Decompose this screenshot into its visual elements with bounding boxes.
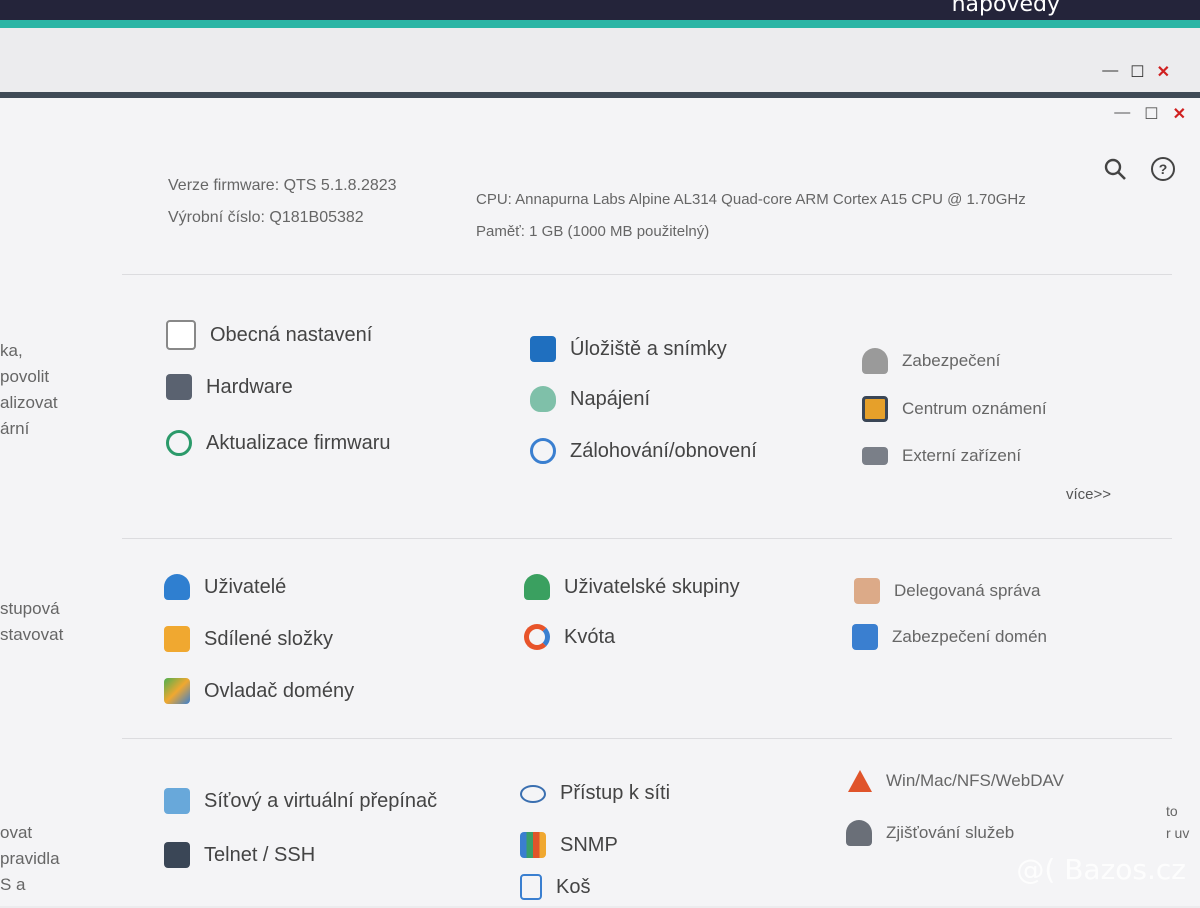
sidebar-fragment: ovat pravidla S a xyxy=(0,823,60,894)
menu-network-access[interactable]: Přístup k síti xyxy=(520,782,670,805)
menu-user-groups[interactable]: Uživatelské skupiny xyxy=(524,574,740,600)
hardware-icon xyxy=(166,374,192,400)
menu-storage-snapshots[interactable]: Úložiště a snímky xyxy=(530,336,727,362)
bulb-icon xyxy=(530,386,556,412)
menu-external-device[interactable]: Externí zařízení xyxy=(862,446,1021,466)
control-panel-window: — ☐ ✕ ? Verze firmware: QTS 5.1.8.2823 V… xyxy=(0,92,1200,906)
notification-icon xyxy=(862,396,888,422)
menu-notification-center[interactable]: Centrum oznámení xyxy=(862,396,1047,422)
domain-controller-icon xyxy=(164,678,190,704)
menu-domain-security[interactable]: Zabezpečení domén xyxy=(852,624,1047,650)
quota-icon xyxy=(524,624,550,650)
firmware-version: Verze firmware: QTS 5.1.8.2823 xyxy=(168,177,397,194)
menu-recycle-bin[interactable]: Koš xyxy=(520,874,590,900)
toolbar-right: ? xyxy=(1102,156,1176,182)
network-access-icon xyxy=(520,784,546,803)
trash-icon xyxy=(520,874,542,900)
sidebar-fragment: stupová stavovat xyxy=(0,599,64,644)
window-controls: — ☐ ✕ xyxy=(1114,104,1186,124)
menu-power[interactable]: Napájení xyxy=(530,386,650,412)
menu-shared-folders[interactable]: Sdílené složky xyxy=(164,626,333,652)
protocol-icon xyxy=(848,770,872,792)
delegate-icon xyxy=(854,578,880,604)
menu-telnet-ssh[interactable]: Telnet / SSH xyxy=(164,842,315,868)
menu-domain-controller[interactable]: Ovladač domény xyxy=(164,678,354,704)
backup-icon xyxy=(530,438,556,464)
right-fragment: to r uv xyxy=(1166,803,1190,841)
close-icon[interactable]: ✕ xyxy=(1173,104,1186,124)
folder-icon xyxy=(164,626,190,652)
menu-security[interactable]: Zabezpečení xyxy=(862,348,1000,374)
system-info-right: CPU: Annapurna Labs Alpine AL314 Quad-co… xyxy=(476,184,1026,248)
divider xyxy=(122,738,1172,739)
terminal-icon xyxy=(164,842,190,868)
more-link[interactable]: více>> xyxy=(1066,486,1111,503)
settings-icon xyxy=(166,320,196,350)
menu-snmp[interactable]: SNMP xyxy=(520,832,618,858)
user-group-icon xyxy=(524,574,550,600)
menu-win-mac-nfs[interactable]: Win/Mac/NFS/WebDAV xyxy=(848,770,1064,792)
menu-firmware-update[interactable]: Aktualizace firmwaru xyxy=(166,430,391,456)
maximize-icon[interactable]: ☐ xyxy=(1130,62,1144,82)
domain-security-icon xyxy=(852,624,878,650)
watermark: @( Bazos.cz xyxy=(1016,853,1186,886)
minimize-icon[interactable]: — xyxy=(1102,62,1118,82)
update-icon xyxy=(166,430,192,456)
cpu-info: CPU: Annapurna Labs Alpine AL314 Quad-co… xyxy=(476,191,1026,208)
sidebar-fragment: ka, povolit alizovat ární xyxy=(0,341,58,438)
menu-delegated-admin[interactable]: Delegovaná správa xyxy=(854,578,1040,604)
background-help-text: nápovědy xyxy=(951,0,1060,17)
back-window-controls: — ☐ ✕ xyxy=(1102,62,1170,82)
menu-backup-restore[interactable]: Zálohování/obnovení xyxy=(530,438,757,464)
maximize-icon[interactable]: ☐ xyxy=(1144,104,1158,124)
memory-info: Paměť: 1 GB (1000 MB použitelný) xyxy=(476,223,710,240)
system-info-left: Verze firmware: QTS 5.1.8.2823 Výrobní č… xyxy=(168,170,397,234)
menu-hardware[interactable]: Hardware xyxy=(166,374,293,400)
menu-general-settings[interactable]: Obecná nastavení xyxy=(166,320,372,350)
user-icon xyxy=(164,574,190,600)
lock-icon xyxy=(862,348,888,374)
snmp-icon xyxy=(520,832,546,858)
service-discovery-icon xyxy=(846,820,872,846)
network-switch-icon xyxy=(164,788,190,814)
external-device-icon xyxy=(862,447,888,465)
menu-network-switch[interactable]: Síťový a virtuální přepínač xyxy=(164,788,437,814)
menu-service-discovery[interactable]: Zjišťování služeb xyxy=(846,820,1014,846)
menu-quota[interactable]: Kvóta xyxy=(524,624,615,650)
help-icon[interactable]: ? xyxy=(1150,156,1176,182)
minimize-icon[interactable]: — xyxy=(1114,104,1130,124)
serial-number: Výrobní číslo: Q181B05382 xyxy=(168,209,364,226)
menu-users[interactable]: Uživatelé xyxy=(164,574,286,600)
divider xyxy=(122,538,1172,539)
divider xyxy=(122,274,1172,275)
storage-icon xyxy=(530,336,556,362)
search-icon[interactable] xyxy=(1102,156,1128,182)
close-icon[interactable]: ✕ xyxy=(1157,62,1170,82)
